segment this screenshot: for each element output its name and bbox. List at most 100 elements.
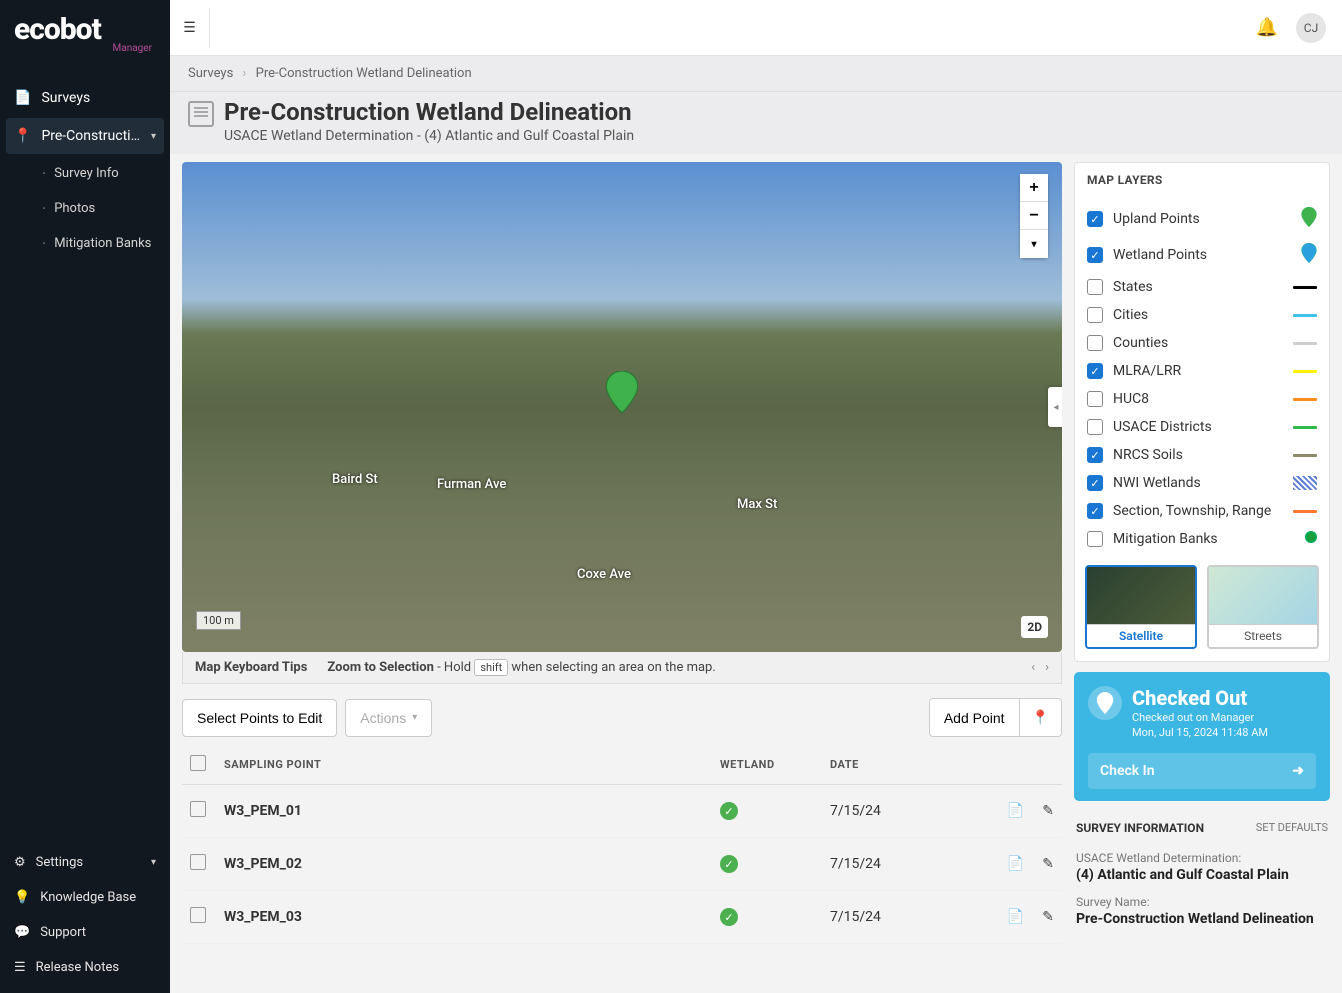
- layer-checkbox[interactable]: [1087, 279, 1103, 295]
- row-checkbox[interactable]: [190, 854, 206, 870]
- toggle-2d-button[interactable]: 2D: [1021, 616, 1048, 638]
- nav-settings[interactable]: ⚙Settings▾: [0, 845, 170, 880]
- layer-toggle[interactable]: HUC8: [1075, 385, 1329, 413]
- add-point-button[interactable]: Add Point: [929, 698, 1020, 737]
- check-icon: ✓: [720, 855, 738, 873]
- nav-mitigation-banks[interactable]: Mitigation Banks: [28, 226, 170, 261]
- layer-toggle[interactable]: ✓ NRCS Soils: [1075, 441, 1329, 469]
- edit-button[interactable]: ✎: [1042, 803, 1054, 819]
- nav-current-label: Pre-Constructio…: [41, 128, 141, 144]
- layer-checkbox[interactable]: ✓: [1087, 503, 1103, 519]
- col-date[interactable]: Date: [822, 745, 962, 785]
- layer-label: NWI Wetlands: [1113, 475, 1201, 491]
- table-row[interactable]: W3_PEM_02 ✓ 7/15/24 📄 ✎: [182, 838, 1062, 891]
- select-all-checkbox[interactable]: [190, 755, 206, 771]
- nav-current-survey[interactable]: 📍 Pre-Constructio… ▾: [6, 118, 164, 154]
- wetland-status: ✓: [712, 838, 822, 891]
- nav-release-notes[interactable]: ☰Release Notes: [0, 950, 170, 985]
- panel-collapse-handle[interactable]: ◂: [1048, 387, 1062, 427]
- layer-dot-icon: [1305, 531, 1317, 547]
- layer-toggle[interactable]: ✓ Upland Points: [1075, 201, 1329, 237]
- points-toolbar: Select Points to Edit Actions ▾ Add Poin…: [182, 698, 1062, 737]
- map-scale: 100 m: [196, 611, 241, 630]
- layer-checkbox[interactable]: [1087, 531, 1103, 547]
- edit-button[interactable]: ✎: [1042, 856, 1054, 872]
- nav-support[interactable]: 💬Support: [0, 915, 170, 950]
- map-zoom-controls: + − ▾: [1020, 174, 1048, 258]
- add-point-locate-button[interactable]: 📍: [1020, 698, 1062, 737]
- gear-icon: ⚙: [14, 855, 26, 870]
- export-pdf-button[interactable]: 📄: [1007, 803, 1024, 819]
- layers-title: MAP LAYERS: [1075, 163, 1329, 197]
- layer-toggle[interactable]: Cities: [1075, 301, 1329, 329]
- layer-toggle[interactable]: ✓ Wetland Points: [1075, 237, 1329, 273]
- breadcrumb: Surveys › Pre-Construction Wetland Delin…: [170, 56, 1342, 92]
- survey-info-heading: SURVEY INFORMATION: [1076, 821, 1204, 835]
- map-view[interactable]: Baird St Furman Ave Max St Coxe Ave Cart…: [182, 162, 1062, 652]
- col-wetland[interactable]: Wetland: [712, 745, 822, 785]
- sidebar-toggle[interactable]: ☰: [170, 8, 210, 48]
- nav-knowledge-base[interactable]: 💡Knowledge Base: [0, 880, 170, 915]
- layer-checkbox[interactable]: [1087, 307, 1103, 323]
- document-icon: [188, 101, 214, 127]
- zoom-tip: Zoom to Selection - Hold shift when sele…: [327, 660, 715, 675]
- layer-toggle[interactable]: States: [1075, 273, 1329, 301]
- layer-checkbox[interactable]: [1087, 419, 1103, 435]
- layer-toggle[interactable]: USACE Districts: [1075, 413, 1329, 441]
- user-initials: CJ: [1304, 21, 1318, 35]
- export-pdf-button[interactable]: 📄: [1007, 909, 1024, 925]
- actions-dropdown[interactable]: Actions ▾: [345, 699, 432, 737]
- chevron-down-icon: ▾: [412, 712, 417, 723]
- zoom-in-button[interactable]: +: [1020, 174, 1048, 202]
- layer-label: MLRA/LRR: [1113, 363, 1181, 379]
- nav-survey-info[interactable]: Survey Info: [28, 156, 170, 191]
- user-avatar[interactable]: CJ: [1296, 13, 1326, 43]
- map-keyboard-tips[interactable]: Map Keyboard Tips: [195, 660, 307, 675]
- notifications-button[interactable]: 🔔: [1256, 17, 1278, 38]
- chevron-down-icon: ▾: [151, 131, 156, 142]
- layer-checkbox[interactable]: [1087, 335, 1103, 351]
- bulb-icon: 💡: [14, 890, 30, 905]
- layer-toggle[interactable]: ✓ MLRA/LRR: [1075, 357, 1329, 385]
- layer-toggle[interactable]: Counties: [1075, 329, 1329, 357]
- tip-next[interactable]: ›: [1045, 660, 1049, 675]
- map-marker[interactable]: [606, 371, 638, 417]
- check-icon: ✓: [720, 802, 738, 820]
- layer-checkbox[interactable]: ✓: [1087, 475, 1103, 491]
- zoom-out-button[interactable]: −: [1020, 202, 1048, 230]
- login-icon: ➜: [1292, 763, 1304, 779]
- pin-icon: 📍: [1032, 709, 1049, 726]
- checkout-pin-icon: [1088, 686, 1122, 720]
- table-row[interactable]: W3_PEM_01 ✓ 7/15/24 📄 ✎: [182, 785, 1062, 838]
- hamburger-icon: ☰: [183, 20, 196, 36]
- export-pdf-button[interactable]: 📄: [1007, 856, 1024, 872]
- check-in-button[interactable]: Check In ➜: [1088, 753, 1316, 789]
- layer-checkbox[interactable]: ✓: [1087, 363, 1103, 379]
- layer-toggle[interactable]: ✓ NWI Wetlands: [1075, 469, 1329, 497]
- layer-toggle[interactable]: Mitigation Banks: [1075, 525, 1329, 553]
- layer-label: Counties: [1113, 335, 1168, 351]
- edit-button[interactable]: ✎: [1042, 909, 1054, 925]
- basemap-streets[interactable]: Streets: [1207, 565, 1319, 649]
- row-checkbox[interactable]: [190, 801, 206, 817]
- tilt-button[interactable]: ▾: [1020, 230, 1048, 258]
- layer-swatch: [1293, 426, 1317, 429]
- table-row[interactable]: W3_PEM_03 ✓ 7/15/24 📄 ✎: [182, 891, 1062, 944]
- col-sampling-point[interactable]: Sampling Point: [216, 745, 712, 785]
- wetland-status: ✓: [712, 891, 822, 944]
- layer-label: States: [1113, 279, 1153, 295]
- layer-checkbox[interactable]: ✓: [1087, 247, 1103, 263]
- nav-photos[interactable]: Photos: [28, 191, 170, 226]
- layer-checkbox[interactable]: ✓: [1087, 447, 1103, 463]
- row-checkbox[interactable]: [190, 907, 206, 923]
- nav-surveys[interactable]: 📄 Surveys: [0, 80, 170, 116]
- layer-toggle[interactable]: ✓ Section, Township, Range: [1075, 497, 1329, 525]
- tip-prev[interactable]: ‹: [1031, 660, 1035, 675]
- breadcrumb-root[interactable]: Surveys: [188, 66, 233, 81]
- basemap-satellite[interactable]: Satellite: [1085, 565, 1197, 649]
- primary-nav: 📄 Surveys 📍 Pre-Constructio… ▾ Survey In…: [0, 80, 170, 845]
- layer-checkbox[interactable]: ✓: [1087, 211, 1103, 227]
- layer-checkbox[interactable]: [1087, 391, 1103, 407]
- set-defaults-link[interactable]: SET DEFAULTS: [1256, 821, 1328, 834]
- select-points-button[interactable]: Select Points to Edit: [182, 699, 337, 737]
